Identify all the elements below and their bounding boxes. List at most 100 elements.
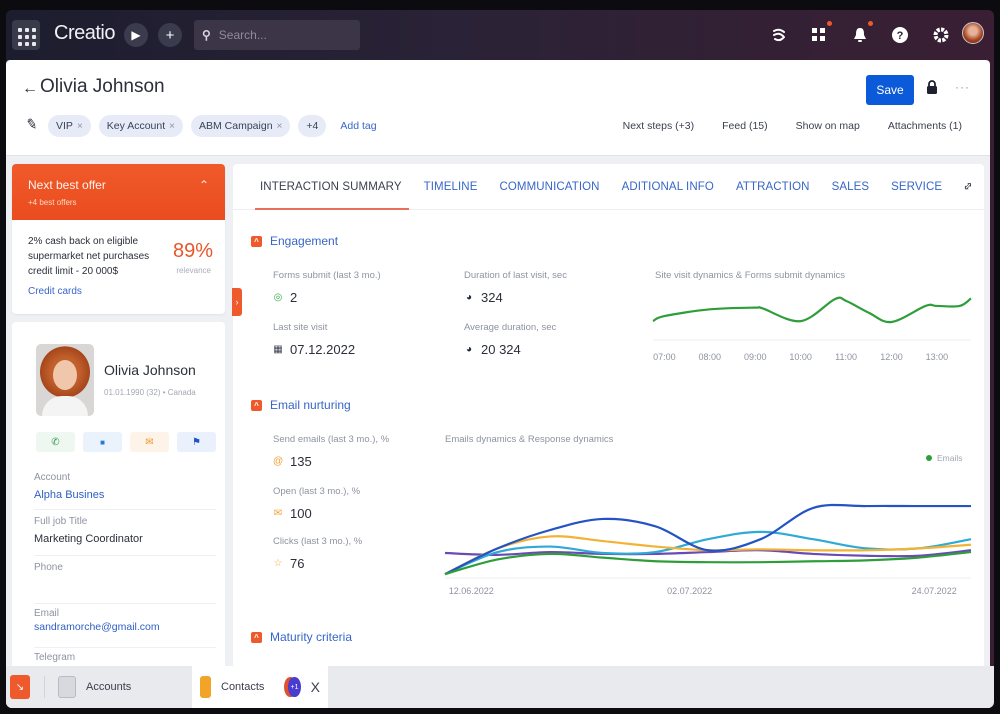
more-options-button[interactable]: ··· (955, 80, 970, 94)
user-avatar[interactable] (962, 22, 984, 44)
more-tabs-badge[interactable]: +1 (288, 677, 301, 697)
tag-chip[interactable]: VIP × (48, 115, 91, 137)
creatio-home-icon[interactable]: ↘ (10, 675, 30, 699)
pencil-icon[interactable]: ✎ (25, 115, 39, 134)
tab-sales[interactable]: SALES (821, 164, 881, 210)
metric-open: Open (last 3 mo.), % ✉ 100 (273, 486, 360, 521)
main-panel: INTERACTION SUMMARY TIMELINE COMMUNICATI… (233, 164, 984, 668)
maturity-section-header[interactable]: ^ Maturity criteria (251, 630, 352, 644)
tab-aditional-info[interactable]: ADITIONAL INFO (611, 164, 725, 210)
lock-icon[interactable] (926, 80, 938, 94)
flag-button[interactable]: ⚑ (177, 432, 216, 452)
tab-service[interactable]: SERVICE (880, 164, 953, 210)
x-tick-label: 07:00 (653, 352, 676, 362)
next-steps-link[interactable]: Next steps (+3) (623, 120, 695, 132)
contact-name: Olivia Johnson (104, 362, 196, 378)
plus-icon[interactable]: + (158, 23, 182, 47)
x-tick-label: 08:00 (699, 352, 722, 362)
engagement-section-header[interactable]: ^ Engagement (251, 234, 338, 248)
legend-marker (926, 455, 932, 461)
close-tab-icon[interactable]: X (311, 679, 320, 695)
expand-sidebar-handle[interactable]: › (232, 288, 242, 316)
tag-label: VIP (56, 120, 73, 132)
site-visit-chart: 07:00 08:00 09:00 10:00 11:00 12:00 13:00 (652, 296, 972, 362)
clock-icon: ◕ (465, 344, 473, 355)
svg-text:?: ? (897, 30, 904, 42)
tab-interaction-summary[interactable]: INTERACTION SUMMARY (249, 164, 413, 210)
field-label: Telegram (34, 652, 76, 663)
offer-body: 2% cash back on eligible supermarket net… (12, 220, 225, 311)
email-link[interactable]: sandramorche@gmail.com (34, 621, 216, 633)
next-best-offer-header[interactable]: Next best offer +4 best offers ⌃ (12, 164, 225, 220)
save-button[interactable]: Save (866, 75, 914, 105)
chevron-up-icon[interactable]: ⌃ (199, 178, 209, 192)
x-tick-label: 13:00 (926, 352, 949, 362)
help-icon[interactable]: ? (889, 24, 911, 46)
show-on-map-link[interactable]: Show on map (796, 120, 860, 132)
field-label: Phone (34, 562, 63, 573)
x-tick-label: 12.06.2022 (449, 586, 494, 594)
tab-attraction[interactable]: ATTRACTION (725, 164, 821, 210)
credit-cards-link[interactable]: Credit cards (28, 286, 209, 297)
apps-grid-icon[interactable] (12, 20, 40, 50)
collapse-icon[interactable]: ^ (251, 399, 262, 411)
notification-dot (868, 21, 873, 26)
x-tick-label: 10:00 (789, 352, 812, 362)
tab-communication[interactable]: COMMUNICATION (488, 164, 610, 210)
x-tick-label: 11:00 (835, 352, 857, 362)
best-offers-count: +4 best offers (28, 198, 77, 207)
search-input[interactable]: ⚲ Search... (194, 20, 360, 50)
chat-button[interactable]: ■ (83, 432, 122, 452)
job-title-value[interactable]: Marketing Coordinator (34, 533, 216, 545)
tag-chip[interactable]: ABM Campaign × (191, 115, 291, 137)
feed-link[interactable]: Feed (15) (722, 120, 768, 132)
creatio-logo: Creatio (54, 22, 115, 44)
taskbar-label: Contacts (221, 681, 265, 693)
tag-chip[interactable]: Key Account × (98, 115, 183, 137)
series-line-site-visits (652, 296, 972, 324)
email-button[interactable]: ✉ (130, 432, 169, 452)
remove-tag-icon[interactable]: × (169, 121, 175, 132)
creatio-ai-icon[interactable] (768, 24, 790, 46)
tab-timeline[interactable]: TIMELINE (413, 164, 489, 210)
back-arrow-icon[interactable]: ← (22, 80, 38, 98)
metric-value: 20 324 (481, 342, 521, 357)
play-icon[interactable]: ▶ (124, 23, 148, 47)
mail-icon: ✉ (145, 436, 154, 448)
attachments-link[interactable]: Attachments (1) (888, 120, 962, 132)
notifications-icon[interactable] (849, 21, 873, 46)
remove-tag-icon[interactable]: × (277, 121, 283, 132)
taskbar-accounts[interactable]: Accounts (50, 666, 190, 708)
email-nurturing-section-header[interactable]: ^ Email nurturing (251, 398, 351, 412)
field-label: Full job Title (34, 516, 88, 527)
x-tick-label: 02.07.2022 (667, 586, 712, 594)
metric-clicks: Clicks (last 3 mo.), % ☆ 76 (273, 536, 362, 571)
metric-value: 07.12.2022 (290, 342, 356, 357)
call-button[interactable]: ✆ (36, 432, 75, 452)
metric-last-visit-duration: Duration of last visit, sec ◕ 324 (464, 270, 567, 305)
search-placeholder: Search... (218, 28, 267, 42)
page-title: Olivia Johnson (40, 76, 165, 97)
more-tags-chip[interactable]: +4 (298, 115, 327, 137)
remove-tag-icon[interactable]: × (77, 121, 83, 132)
collapse-icon[interactable]: ^ (251, 235, 262, 247)
settings-icon[interactable] (930, 24, 952, 46)
next-best-offer-card: Next best offer +4 best offers ⌃ 2% cash… (12, 164, 225, 314)
metric-value: 76 (290, 556, 305, 571)
forms-icon: ◎ (273, 292, 283, 303)
account-link[interactable]: Alpha Busines (34, 489, 216, 501)
metric-last-site-visit: Last site visit ▦ 07.12.2022 (273, 322, 355, 357)
click-icon: ☆ (273, 558, 283, 569)
add-tag-link[interactable]: Add tag (340, 120, 376, 132)
phone-icon: ✆ (51, 436, 60, 448)
header-links: Next steps (+3) Feed (15) Show on map At… (623, 120, 962, 132)
app-hub-icon[interactable] (808, 21, 832, 46)
app-window: Creatio ▶ + ⚲ Search... ? ← Olivia Johns (6, 10, 994, 708)
offer-text: 2% cash back on eligible supermarket net… (28, 236, 150, 277)
relevance-value: 89% (172, 240, 213, 262)
collapse-icon[interactable]: ^ (251, 631, 262, 643)
flag-icon: ⚑ (192, 436, 201, 448)
taskbar-contacts[interactable]: Contacts +1 X (192, 666, 328, 708)
metric-average-duration: Average duration, sec ◕ 20 324 (464, 322, 556, 357)
clock-icon: ◕ (465, 292, 473, 303)
